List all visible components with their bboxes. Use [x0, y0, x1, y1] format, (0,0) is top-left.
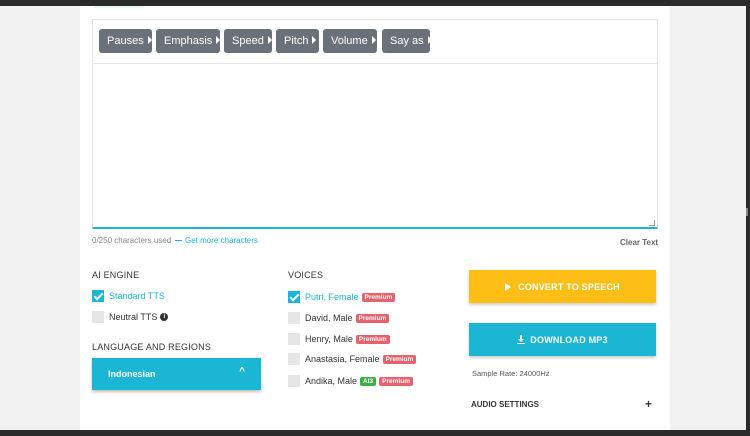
checkbox-icon[interactable]	[92, 311, 104, 323]
caret-right-icon	[216, 36, 221, 44]
text-editor: Pauses Emphasis Speed Pitch Volume Say a…	[92, 19, 658, 229]
engine-option-neutral[interactable]: Neutral TTS i	[92, 310, 169, 324]
caret-right-icon	[312, 36, 317, 44]
engine-option-label: Standard TTS	[109, 291, 165, 301]
plus-icon[interactable]: +	[645, 397, 652, 411]
premium-badge: Premium	[361, 292, 396, 302]
clear-text-button[interactable]: Clear Text	[620, 238, 658, 247]
checkbox-icon[interactable]	[288, 375, 300, 387]
audio-settings-toggle[interactable]: AUDIO SETTINGS	[471, 400, 539, 409]
say-as-button[interactable]: Say as	[382, 29, 432, 53]
language-select[interactable]: Indonesian ^	[92, 358, 261, 390]
caret-right-icon	[427, 36, 432, 44]
caret-right-icon	[371, 36, 376, 44]
voice-option-henry[interactable]: Henry, Male Premium	[288, 332, 390, 346]
character-counter: 0/250 characters used	[92, 236, 172, 245]
scroll-marker	[746, 208, 748, 216]
convert-to-speech-button[interactable]: CONVERT TO SPEECH	[469, 270, 656, 303]
caret-right-icon	[267, 36, 272, 44]
speed-label: Speed	[232, 35, 264, 47]
emphasis-button[interactable]: Emphasis	[156, 29, 221, 53]
info-icon[interactable]: i	[160, 313, 169, 321]
pauses-label: Pauses	[107, 35, 144, 47]
ssml-toolbar: Pauses Emphasis Speed Pitch Volume Say a…	[93, 20, 657, 64]
convert-label: CONVERT TO SPEECH	[518, 281, 620, 292]
voice-option-david[interactable]: David, Male Premium	[288, 311, 390, 325]
get-more-characters-label: Get more characters	[185, 236, 258, 245]
voice-label: David, Male	[305, 313, 353, 323]
voice-label: Andika, Male	[305, 376, 358, 386]
engine-option-label: Neutral TTS	[109, 312, 158, 322]
speech-text-input[interactable]	[93, 64, 657, 228]
volume-label: Volume	[331, 35, 368, 47]
speed-button[interactable]: Speed	[224, 29, 272, 53]
window-frame-bottom	[0, 430, 750, 436]
voice-option-andika[interactable]: Andika, Male AI3 Premium	[288, 374, 413, 388]
premium-badge: Premium	[355, 334, 390, 344]
resize-handle-icon[interactable]	[649, 220, 655, 226]
checkbox-icon[interactable]	[288, 312, 300, 324]
download-label: DOWNLOAD MP3	[530, 334, 608, 345]
play-icon	[505, 282, 512, 291]
tab-indicator	[94, 6, 144, 8]
engine-option-standard[interactable]: Standard TTS	[92, 289, 165, 303]
voice-option-anastasia[interactable]: Anastasia, Female Premium	[288, 352, 417, 366]
voice-option-putri[interactable]: Putri, Female Premium	[288, 290, 396, 304]
pauses-button[interactable]: Pauses	[99, 29, 152, 53]
checkbox-icon[interactable]	[288, 353, 300, 365]
premium-badge: Premium	[355, 313, 390, 323]
language-selected-value: Indonesian	[108, 369, 156, 379]
checkbox-icon[interactable]	[288, 333, 300, 345]
download-icon	[517, 335, 526, 344]
pitch-button[interactable]: Pitch	[276, 29, 319, 53]
say-as-label: Say as	[390, 35, 424, 47]
language-title: LANGUAGE AND REGIONS	[92, 342, 212, 352]
checkbox-checked-icon[interactable]	[288, 291, 300, 303]
voice-label: Putri, Female	[305, 292, 359, 302]
pitch-label: Pitch	[284, 35, 309, 47]
window-frame-right	[746, 0, 750, 436]
dash-icon	[175, 240, 182, 241]
voice-label: Henry, Male	[305, 334, 353, 344]
premium-badge: Premium	[379, 376, 413, 386]
voices-title: VOICES	[288, 270, 324, 280]
premium-badge: Premium	[382, 354, 417, 364]
sample-rate: Sample Rate: 24000Hz	[472, 369, 550, 378]
get-more-characters-link[interactable]: Get more characters	[175, 236, 258, 245]
download-mp3-button[interactable]: DOWNLOAD MP3	[469, 323, 656, 356]
caret-right-icon	[147, 36, 152, 44]
emphasis-label: Emphasis	[164, 35, 213, 47]
volume-button[interactable]: Volume	[323, 29, 377, 53]
chevron-up-icon: ^	[239, 366, 245, 377]
ai3-badge: AI3	[360, 376, 377, 386]
voice-label: Anastasia, Female	[305, 354, 380, 364]
checkbox-checked-icon[interactable]	[92, 290, 104, 302]
ai-engine-title: AI ENGINE	[92, 270, 140, 280]
